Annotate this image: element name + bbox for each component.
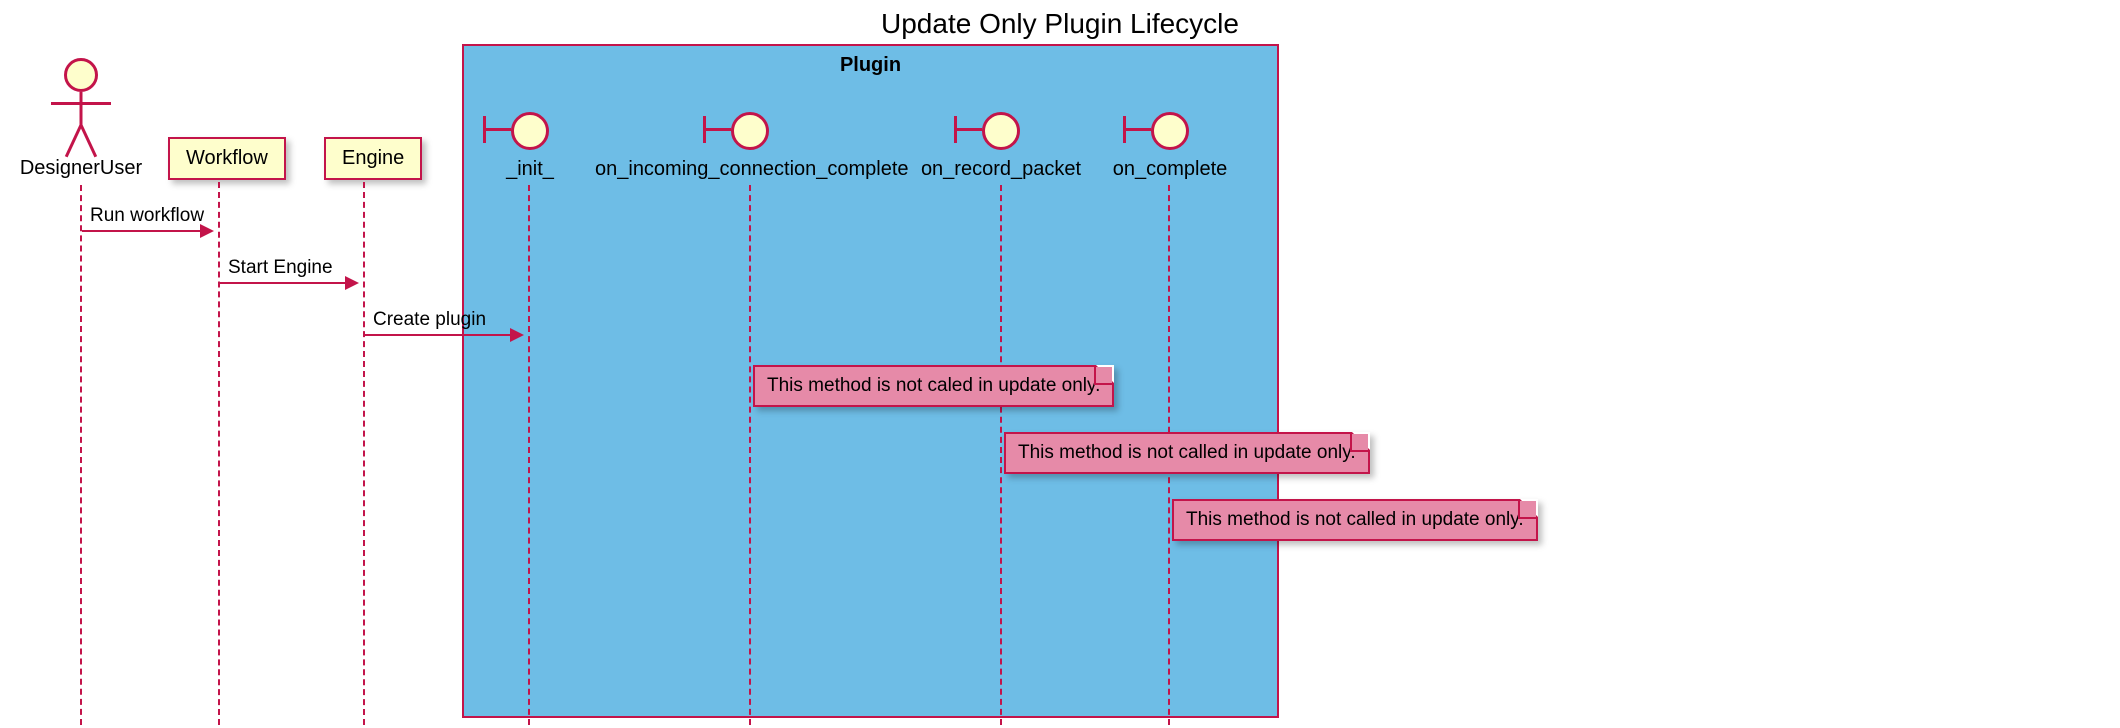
entity-on-incoming: on_incoming_connection_complete — [595, 112, 905, 181]
actor-label: DesignerUser — [16, 157, 146, 180]
msg-run-workflow-arrow — [82, 230, 212, 232]
lifeline-on-incoming — [749, 185, 751, 725]
note-on-record: This method is not called in update only… — [1004, 432, 1370, 474]
msg-start-engine-arrow — [220, 282, 357, 284]
lifeline-on-record — [1000, 185, 1002, 725]
msg-start-engine-label: Start Engine — [228, 257, 333, 279]
plugin-title: Plugin — [840, 54, 901, 77]
entity-on-complete: on_complete — [1105, 112, 1235, 181]
lifeline-init — [528, 185, 530, 725]
msg-create-plugin-label: Create plugin — [373, 309, 486, 331]
entity-init: _init_ — [480, 112, 580, 181]
msg-run-workflow-label: Run workflow — [90, 205, 204, 227]
participant-workflow: Workflow — [168, 137, 286, 180]
note-on-complete: This method is not called in update only… — [1172, 499, 1538, 541]
lifeline-engine — [363, 182, 365, 725]
actor-designer-user: DesignerUser — [16, 58, 146, 180]
lifeline-workflow — [218, 182, 220, 725]
entity-on-record: on_record_packet — [916, 112, 1086, 181]
note-on-incoming: This method is not caled in update only. — [753, 365, 1114, 407]
diagram-title: Update Only Plugin Lifecycle — [881, 8, 1239, 40]
lifeline-actor — [80, 185, 82, 725]
participant-engine: Engine — [324, 137, 422, 180]
msg-create-plugin-arrow — [365, 334, 522, 336]
